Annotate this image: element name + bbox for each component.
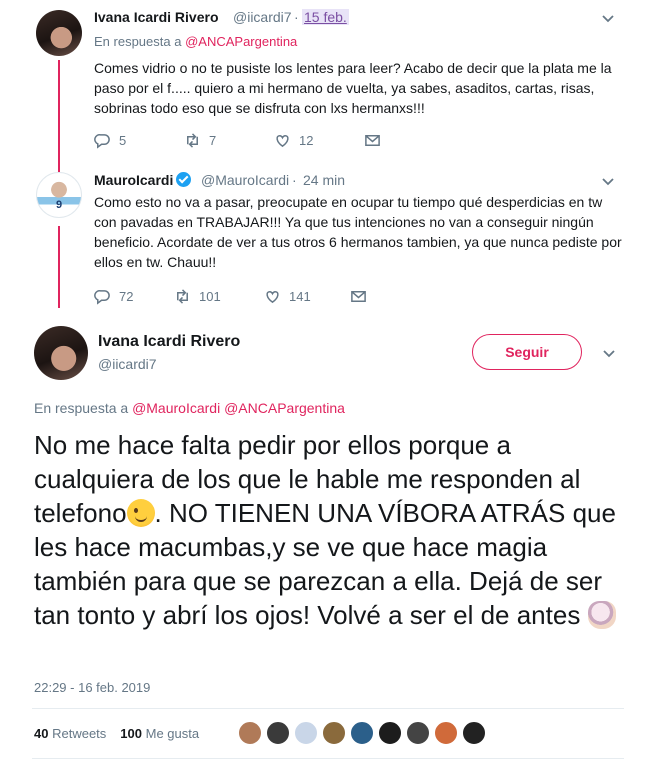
avatar-ivana-main[interactable]: [34, 326, 88, 380]
reply-mention-links[interactable]: @MauroIcardi @ANCAPargentina: [132, 400, 345, 416]
reply-button[interactable]: 72: [94, 288, 174, 305]
retweets-stat[interactable]: 40 Retweets: [34, 726, 106, 741]
liker-avatar[interactable]: [378, 721, 402, 745]
main-author-name[interactable]: Ivana Icardi Rivero: [98, 333, 240, 351]
tweet1-author-name[interactable]: Ivana Icardi Rivero: [94, 9, 219, 25]
main-author-handle[interactable]: @iicardi7: [98, 356, 157, 372]
avatar-mauro[interactable]: 9: [36, 172, 82, 218]
tweet1-date-link[interactable]: 15 feb.: [302, 9, 349, 25]
like-count: 12: [299, 133, 314, 148]
follow-button[interactable]: Seguir: [472, 334, 582, 370]
heart-icon: [276, 135, 289, 148]
likes-stat[interactable]: 100 Me gusta: [120, 726, 199, 741]
main-menu-caret[interactable]: [601, 345, 617, 361]
retweet-icon: [187, 133, 198, 148]
reply-prefix: En respuesta a: [94, 34, 182, 49]
reply-mention-link[interactable]: @ANCAPargentina: [185, 34, 297, 49]
avatar-ivana-tweet1[interactable]: [36, 10, 82, 56]
thread-connector-2: [58, 226, 60, 308]
retweets-label: Retweets: [52, 726, 107, 741]
likers-avatars: [238, 721, 486, 745]
tweet1-menu-caret[interactable]: [600, 10, 616, 26]
main-timestamp[interactable]: 22:29 - 16 feb. 2019: [34, 680, 150, 695]
tweet2-actions: 72 101 141: [94, 288, 367, 305]
liker-avatar[interactable]: [406, 721, 430, 745]
main-tweet-text: No me hace falta pedir por ellos porque …: [34, 428, 624, 632]
retweet-icon: [177, 289, 188, 304]
tweet2-date-link[interactable]: 24 min: [303, 172, 345, 188]
reply-prefix: En respuesta a: [34, 400, 129, 416]
chevron-down-icon: [602, 178, 614, 186]
liker-avatar[interactable]: [462, 721, 486, 745]
retweet-count: 101: [199, 289, 221, 304]
retweet-count: 7: [209, 133, 217, 148]
tweet2-separator: ·: [292, 172, 297, 188]
liker-avatar[interactable]: [294, 721, 318, 745]
envelope-icon: [365, 135, 380, 146]
divider-bottom: [32, 758, 624, 759]
engagement-stats: 40 Retweets 100 Me gusta: [34, 726, 199, 741]
tweet1-reply-context: En respuesta a @ANCAPargentina: [94, 34, 297, 49]
retweets-count: 40: [34, 726, 49, 741]
retweet-button[interactable]: 7: [184, 132, 274, 149]
like-button[interactable]: 12: [274, 132, 364, 149]
tweet2-author-name[interactable]: MauroIcardi: [94, 172, 192, 188]
liker-avatar[interactable]: [350, 721, 374, 745]
tweet1-actions: 5 7 12: [94, 132, 381, 149]
heart-icon: [266, 291, 279, 304]
reply-icon: [94, 134, 110, 149]
tweet2-text: Como esto no va a pasar, preocupate en o…: [94, 194, 622, 270]
chevron-down-icon: [603, 350, 615, 358]
dm-button[interactable]: [350, 288, 367, 305]
liker-avatar[interactable]: [266, 721, 290, 745]
dm-button[interactable]: [364, 132, 381, 149]
likes-count: 100: [120, 726, 142, 741]
like-count: 141: [289, 289, 311, 304]
chevron-down-icon: [602, 15, 614, 23]
envelope-icon: [351, 291, 366, 302]
retweet-button[interactable]: 101: [174, 288, 264, 305]
avatar-jersey-number: 9: [55, 199, 63, 211]
verified-badge-icon: [176, 172, 192, 187]
tweet1-author-handle[interactable]: @iicardi7: [233, 9, 292, 25]
divider-top: [32, 708, 624, 709]
tweet2-menu-caret[interactable]: [600, 173, 616, 189]
tweet2-author-name-text: MauroIcardi: [94, 172, 174, 188]
winking-face-emoji-icon: [126, 499, 155, 527]
woman-facepalming-emoji-icon: [587, 601, 616, 629]
reply-count: 72: [119, 289, 134, 304]
tweet1-text: Comes vidrio o no te pusiste los lentes …: [94, 60, 612, 116]
liker-avatar[interactable]: [322, 721, 346, 745]
tweet1-separator: ·: [294, 9, 299, 25]
reply-button[interactable]: 5: [94, 132, 184, 149]
main-reply-context: En respuesta a @MauroIcardi @ANCAPargent…: [34, 400, 345, 416]
liker-avatar[interactable]: [434, 721, 458, 745]
liker-avatar[interactable]: [238, 721, 262, 745]
thread-connector: [58, 60, 60, 172]
reply-icon: [94, 290, 110, 305]
reply-count: 5: [119, 133, 127, 148]
like-button[interactable]: 141: [264, 288, 350, 305]
tweet2-author-handle[interactable]: @MauroIcardi: [201, 172, 289, 188]
likes-label: Me gusta: [145, 726, 200, 741]
